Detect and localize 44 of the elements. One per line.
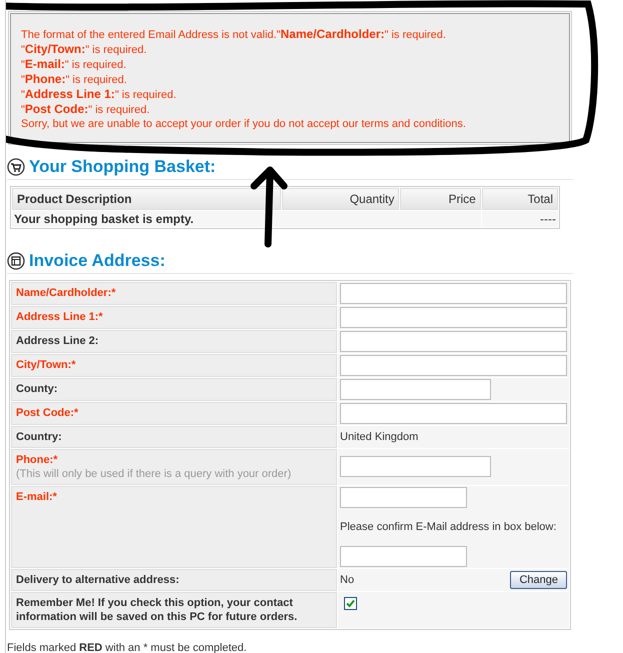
form-label: Remember Me! If you check this option, your contact information will be saved on this PC for future orders. bbox=[11, 592, 337, 628]
basket-icon bbox=[7, 158, 25, 176]
error-message: "Phone:" is required. bbox=[21, 72, 128, 87]
footer-text: Fields marked RED with an * must be completed. bbox=[7, 642, 248, 653]
field-value: No bbox=[340, 573, 354, 588]
error-message: "City/Town:" is required. bbox=[21, 42, 148, 57]
text-field[interactable] bbox=[340, 307, 567, 328]
error-message: "Address Line 1:" is required. bbox=[21, 87, 178, 102]
checkbox[interactable] bbox=[344, 597, 357, 610]
change-button[interactable]: Change bbox=[510, 571, 567, 589]
form-label: Delivery to alternative address: bbox=[11, 569, 337, 591]
form-label: Phone:* (This will only be used if there is a query with your order) bbox=[11, 449, 337, 485]
form-label: Address Line 1:* bbox=[11, 306, 337, 329]
form-label: Country: bbox=[11, 426, 337, 448]
text-field[interactable] bbox=[340, 379, 491, 400]
column-header: Quantity bbox=[282, 188, 400, 210]
email-confirm-field[interactable] bbox=[340, 546, 467, 567]
form-label: Address Line 2: bbox=[11, 330, 337, 353]
text-field[interactable] bbox=[340, 456, 491, 477]
form-label: City/Town:* bbox=[11, 354, 337, 377]
column-header: Product Description bbox=[12, 188, 281, 210]
field-value: United Kingdom bbox=[340, 430, 418, 445]
form-label: County: bbox=[11, 378, 337, 401]
text-field[interactable] bbox=[340, 355, 567, 376]
section-heading: Invoice Address: bbox=[29, 251, 166, 271]
form-label: E-mail:* bbox=[11, 486, 337, 568]
form-label: Post Code:* bbox=[11, 402, 337, 425]
confirm-text: Please confirm E-Mail address in box below: bbox=[340, 520, 556, 535]
form-label: Name/Cardholder:* bbox=[11, 282, 337, 305]
column-header: Price bbox=[400, 188, 481, 210]
error-message: "E-mail:" is required. bbox=[21, 57, 128, 72]
table-cell: ---- bbox=[482, 211, 558, 227]
error-message: The format of the entered Email Address is not valid."Name/Cardholder:" is required. bbox=[21, 27, 447, 42]
text-field[interactable] bbox=[340, 403, 567, 424]
table-cell: Your shopping basket is empty. bbox=[12, 211, 481, 227]
error-message: "Post Code:" is required. bbox=[21, 102, 151, 117]
text-field[interactable] bbox=[340, 331, 567, 352]
text-field[interactable] bbox=[340, 283, 567, 304]
field-note: (This will only be used if there is a query with your order) bbox=[16, 467, 292, 481]
email-field[interactable] bbox=[340, 487, 467, 508]
form-icon bbox=[7, 252, 25, 270]
section-heading: Your Shopping Basket: bbox=[29, 157, 216, 177]
error-message: Sorry, but we are unable to accept your order if you do not accept our terms and conditions. bbox=[21, 117, 467, 131]
column-header: Total bbox=[482, 188, 558, 210]
